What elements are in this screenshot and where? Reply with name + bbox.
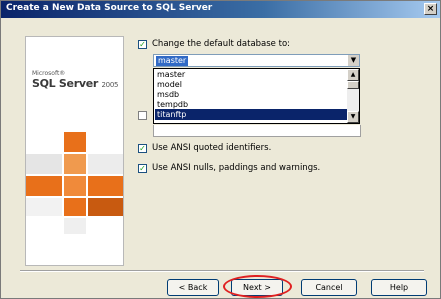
scroll-up-button[interactable]: ▲ <box>347 69 359 81</box>
ansi-nulls-checkbox[interactable]: ✓ <box>138 164 147 173</box>
decor-tile <box>64 176 86 196</box>
hidden-option-checkbox[interactable] <box>138 111 147 120</box>
decor-tile <box>26 198 62 216</box>
scroll-thumb[interactable] <box>347 81 359 89</box>
decor-tile <box>64 132 86 152</box>
product-name: SQL Server <box>32 77 98 90</box>
decor-tile <box>88 176 123 196</box>
combobox-value: master <box>156 56 189 66</box>
check-icon: ✓ <box>139 144 146 153</box>
cancel-button[interactable]: Cancel <box>301 279 357 296</box>
scroll-down-icon: ▼ <box>350 113 356 120</box>
window-title: Create a New Data Source to SQL Server <box>6 3 213 13</box>
dialog-window: Create a New Data Source to SQL Server ×… <box>0 0 441 299</box>
back-button[interactable]: < Back <box>167 279 219 296</box>
scroll-down-button[interactable]: ▼ <box>347 111 359 123</box>
close-button[interactable]: × <box>424 3 437 15</box>
check-icon: ✓ <box>139 40 146 49</box>
title-bar: Create a New Data Source to SQL Server × <box>1 1 440 18</box>
hidden-field <box>153 125 361 137</box>
sql-server-logo: SQL Server 2005 <box>32 77 118 90</box>
ansi-quoted-identifiers-checkbox[interactable]: ✓ <box>138 144 147 153</box>
decor-tile <box>26 154 62 174</box>
help-button[interactable]: Help <box>371 279 427 296</box>
decor-tile <box>64 154 86 174</box>
scroll-up-icon: ▲ <box>350 71 356 78</box>
branding-panel: Microsoft® SQL Server 2005 <box>25 36 124 266</box>
ansi-quoted-identifiers-label: Use ANSI quoted identifiers. <box>152 143 272 153</box>
list-scrollbar[interactable]: ▲ ▼ <box>347 69 359 123</box>
dropdown-glyph: ▼ <box>350 56 357 64</box>
decor-tile <box>26 176 62 196</box>
check-icon: ✓ <box>139 164 146 173</box>
close-icon: × <box>426 4 435 14</box>
chevron-down-icon[interactable]: ▼ <box>348 55 359 66</box>
change-default-db-checkbox[interactable]: ✓ <box>138 40 147 49</box>
list-item-titanftp[interactable]: titanftp <box>155 109 347 120</box>
decor-tile <box>88 154 123 174</box>
decor-tile <box>64 198 86 216</box>
footer-separator <box>20 270 424 272</box>
default-database-combobox[interactable]: master ▼ <box>153 54 360 67</box>
database-dropdown-list[interactable]: master model msdb tempdb titanftp ▲ ▼ <box>153 68 360 124</box>
decor-tile <box>64 218 86 234</box>
change-default-db-label: Change the default database to: <box>152 39 291 49</box>
product-version: 2005 <box>101 81 119 89</box>
microsoft-label: Microsoft® <box>32 70 66 77</box>
ansi-nulls-label: Use ANSI nulls, paddings and warnings. <box>152 163 321 173</box>
decor-tile <box>88 198 123 216</box>
next-button[interactable]: Next > <box>231 279 283 296</box>
